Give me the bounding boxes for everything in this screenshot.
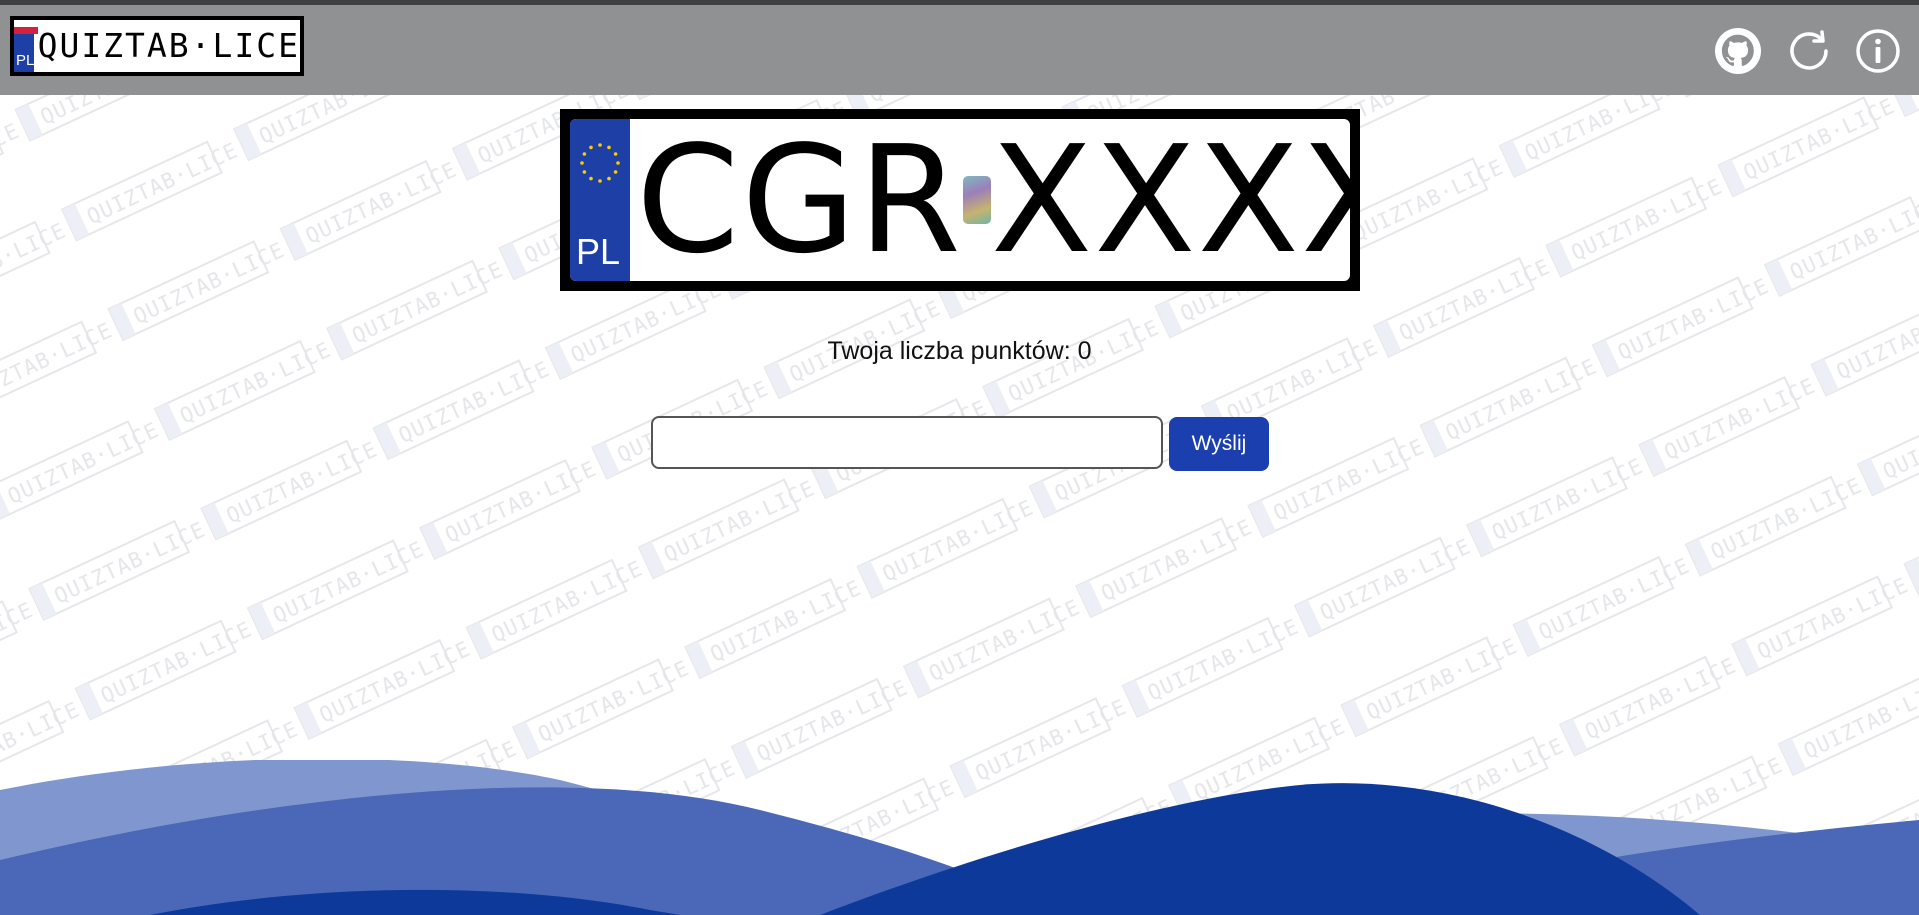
- score-text: Twoja liczba punktów: 0: [827, 337, 1092, 365]
- plate-hologram-sticker: [962, 176, 991, 224]
- plate-prefix: CGR: [636, 119, 963, 281]
- footer-waves: [0, 760, 1919, 915]
- poland-flag-icon: [14, 20, 38, 34]
- logo-text: QUIZTAB·LICE: [37, 26, 300, 65]
- refresh-icon[interactable]: [1785, 27, 1833, 75]
- info-icon[interactable]: [1854, 27, 1902, 75]
- plate-country-code: PL: [576, 231, 621, 272]
- plate-eu-band: PL: [570, 119, 630, 281]
- top-header: PL QUIZTAB·LICE: [0, 5, 1919, 95]
- github-icon[interactable]: [1714, 27, 1762, 75]
- logo-country-band: PL: [14, 20, 38, 72]
- license-plate: PL CGR XXXX: [560, 109, 1360, 291]
- logo-country-code: PL: [16, 52, 35, 69]
- eu-stars-icon: [580, 143, 620, 183]
- answer-input[interactable]: [651, 416, 1163, 469]
- plate-suffix: XXXX: [990, 119, 1350, 281]
- app-logo[interactable]: PL QUIZTAB·LICE: [10, 16, 304, 76]
- submit-button[interactable]: Wyślij: [1169, 417, 1269, 471]
